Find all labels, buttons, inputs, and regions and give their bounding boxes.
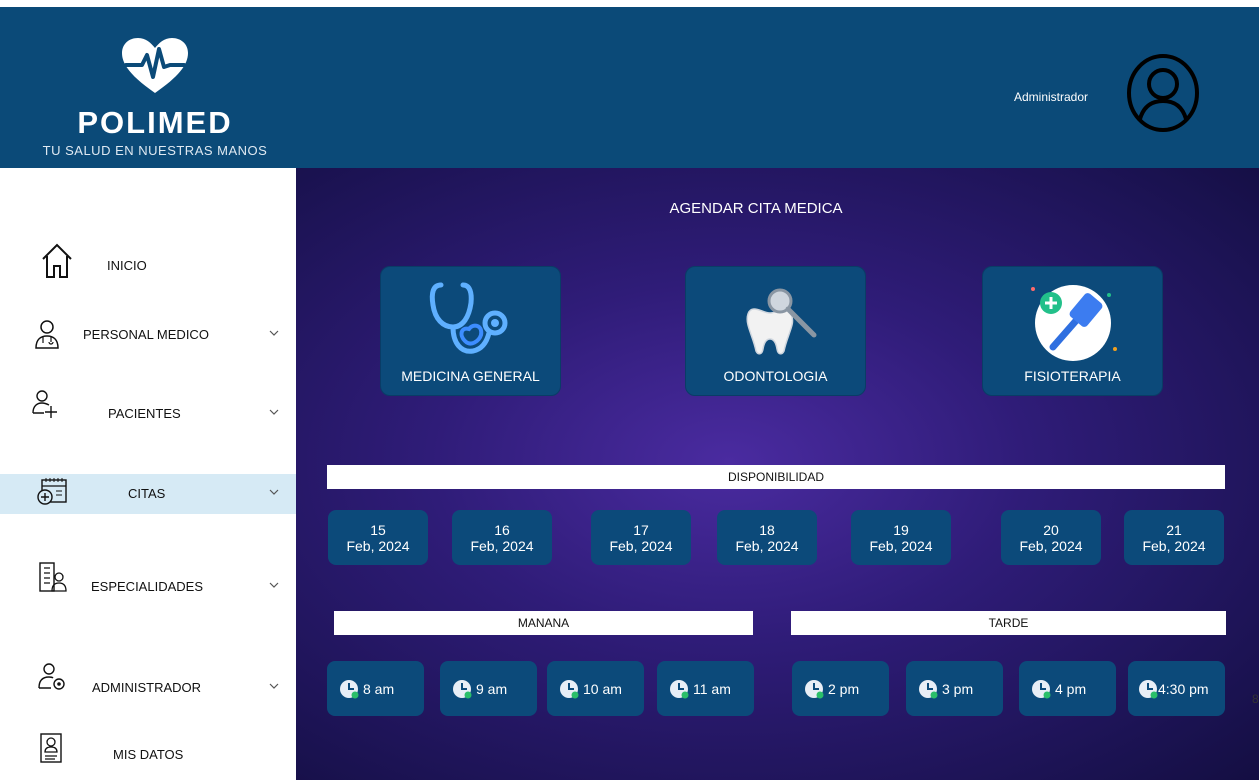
user-avatar-icon[interactable] [1126,53,1200,133]
time-slot-label: 4 pm [1055,681,1087,697]
app-header: POLIMED TU SALUD EN NUESTRAS MANOS Admin… [0,7,1259,168]
date-day: 21 [1166,522,1182,538]
date-button[interactable]: 15 Feb, 2024 [328,510,428,565]
stethoscope-icon [429,282,507,354]
id-card-icon [40,733,62,763]
specialty-label: ODONTOLOGIA [723,368,828,384]
sidebar-item-personal-medico[interactable]: PERSONAL MEDICO [0,315,296,355]
page-title: AGENDAR CITA MEDICA [669,200,843,217]
time-slot-label: 11 am [693,681,731,697]
clock-icon [1032,680,1051,699]
sidebar-item-citas[interactable]: CITAS [0,474,296,514]
brand-name: POLIMED [77,105,233,140]
availability-header: DISPONIBILIDAD [327,465,1225,489]
sidebar-item-label: MIS DATOS [113,747,184,762]
clock-icon [805,680,824,699]
sidebar-item-mis-datos[interactable]: MIS DATOS [0,733,296,775]
date-day: 20 [1043,522,1059,538]
sidebar-item-label: ADMINISTRADOR [92,680,202,695]
sidebar-item-label: ESPECIALIDADES [91,579,203,594]
sidebar-item-label: INICIO [107,258,147,273]
time-slot-button[interactable]: 3 pm [906,661,1003,716]
sidebar-item-label: CITAS [128,486,166,501]
sidebar-item-pacientes[interactable]: PACIENTES [0,390,296,434]
date-button[interactable]: 21 Feb, 2024 [1124,510,1224,565]
date-button[interactable]: 16 Feb, 2024 [452,510,552,565]
edge-text: 8 [1252,692,1259,706]
specialty-label: FISIOTERAPIA [1024,368,1121,384]
time-slot-label: 4:30 pm [1158,681,1209,697]
date-button[interactable]: 20 Feb, 2024 [1001,510,1101,565]
date-button[interactable]: 19 Feb, 2024 [851,510,951,565]
tooth-icon [746,288,816,355]
reflex-hammer-icon [1030,285,1117,361]
clock-icon [453,680,472,699]
time-slot-button[interactable]: 10 am [547,661,644,716]
date-button[interactable]: 17 Feb, 2024 [591,510,691,565]
chevron-down-icon[interactable] [268,486,280,498]
date-day: 15 [370,522,386,538]
time-slot-button[interactable]: 9 am [440,661,537,716]
user-plus-icon [32,390,57,418]
date-month: Feb, 2024 [609,538,673,554]
afternoon-header: TARDE [791,611,1226,635]
specialty-label: MEDICINA GENERAL [401,368,540,384]
date-day: 17 [633,522,649,538]
date-month: Feb, 2024 [869,538,933,554]
sidebar-item-especialidades[interactable]: ESPECIALIDADES [0,562,296,607]
date-month: Feb, 2024 [1019,538,1083,554]
chevron-down-icon[interactable] [268,327,280,339]
time-slot-button[interactable]: 2 pm [792,661,889,716]
time-slot-button[interactable]: 11 am [657,661,754,716]
time-slot-label: 2 pm [828,681,860,697]
date-month: Feb, 2024 [346,538,410,554]
doctor-icon [35,320,59,349]
time-slot-button[interactable]: 4:30 pm [1128,661,1225,716]
clock-icon [560,680,579,699]
main-panel: AGENDAR CITA MEDICA MEDICINA GENERAL ODO… [296,168,1259,780]
clock-icon [670,680,689,699]
clock-icon [1139,680,1158,699]
time-slot-label: 8 am [363,681,395,697]
specialty-card-odontologia[interactable]: ODONTOLOGIA [685,266,866,396]
date-month: Feb, 2024 [1142,538,1206,554]
brand-logo: POLIMED TU SALUD EN NUESTRAS MANOS [30,37,280,158]
morning-header: MANANA [334,611,753,635]
time-slot-label: 10 am [583,681,622,697]
sidebar-item-administrador[interactable]: ADMINISTRADOR [0,663,296,708]
sidebar: INICIO PERSONAL MEDICO PACIENTES CITAS E… [0,168,296,780]
heart-pulse-icon [122,38,188,93]
chevron-down-icon[interactable] [268,579,280,591]
home-icon [42,243,72,278]
time-slot-button[interactable]: 4 pm [1019,661,1116,716]
brand-tagline: TU SALUD EN NUESTRAS MANOS [42,143,268,158]
date-month: Feb, 2024 [470,538,534,554]
calendar-icon [37,478,67,505]
hospital-building-icon [39,562,67,592]
time-slot-label: 9 am [476,681,508,697]
time-slot-label: 3 pm [942,681,974,697]
chevron-down-icon[interactable] [268,680,280,692]
date-button[interactable]: 18 Feb, 2024 [717,510,817,565]
sidebar-item-inicio[interactable]: INICIO [0,243,296,286]
user-label: Administrador [1014,90,1089,104]
clock-icon [340,680,359,699]
date-month: Feb, 2024 [735,538,799,554]
sidebar-item-label: PACIENTES [108,406,181,421]
time-slot-button[interactable]: 8 am [327,661,424,716]
top-strip [0,0,1259,7]
specialty-card-medicina-general[interactable]: MEDICINA GENERAL [380,266,561,396]
date-day: 19 [893,522,909,538]
date-day: 16 [494,522,510,538]
clock-icon [919,680,938,699]
sidebar-item-label: PERSONAL MEDICO [83,327,209,342]
specialty-card-fisioterapia[interactable]: FISIOTERAPIA [982,266,1163,396]
user-gear-icon [38,663,65,690]
date-day: 18 [759,522,775,538]
chevron-down-icon[interactable] [268,406,280,418]
